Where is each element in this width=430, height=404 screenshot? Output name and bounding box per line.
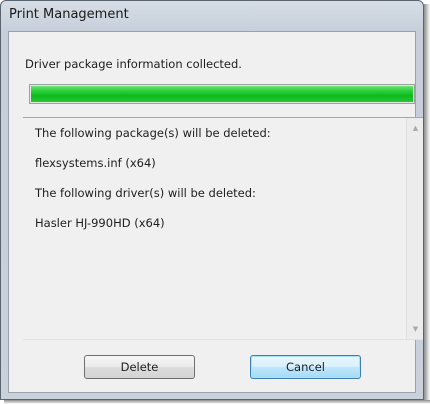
list-item-driver-name: Hasler HJ-990HD (x64) bbox=[35, 216, 165, 230]
vertical-scrollbar[interactable]: ▲ ▼ bbox=[406, 118, 423, 339]
scroll-down-arrow-icon[interactable]: ▼ bbox=[407, 325, 424, 333]
window-title: Print Management bbox=[9, 7, 129, 22]
window-shadow-bottom bbox=[4, 400, 430, 404]
list-item-packages-heading: The following package(s) will be deleted… bbox=[35, 126, 271, 140]
list-item-package-name: flexsystems.inf (x64) bbox=[35, 156, 156, 170]
delete-button[interactable]: Delete bbox=[84, 355, 195, 379]
progress-bar bbox=[29, 84, 415, 104]
window-shadow-right bbox=[424, 4, 430, 404]
status-message: Driver package information collected. bbox=[25, 57, 242, 71]
cancel-button[interactable]: Cancel bbox=[250, 355, 361, 379]
details-list-box[interactable]: The following package(s) will be deleted… bbox=[23, 117, 423, 340]
title-bar[interactable]: Print Management bbox=[1, 1, 423, 31]
scroll-up-arrow-icon[interactable]: ▲ bbox=[407, 124, 424, 132]
progress-bar-fill bbox=[31, 86, 413, 102]
list-item-drivers-heading: The following driver(s) will be deleted: bbox=[35, 186, 256, 200]
